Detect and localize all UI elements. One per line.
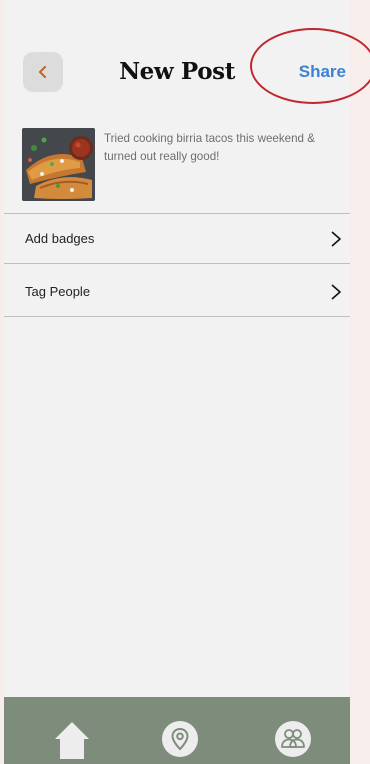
post-image[interactable] bbox=[22, 128, 95, 201]
tacos-photo bbox=[22, 128, 95, 201]
divider bbox=[4, 263, 350, 264]
add-badges-label: Add badges bbox=[25, 231, 95, 246]
post-preview: Tried cooking birria tacos this weekend … bbox=[22, 128, 344, 202]
tag-people-row[interactable]: Tag People bbox=[4, 267, 350, 317]
bottom-nav-bar bbox=[4, 697, 350, 764]
divider bbox=[4, 316, 350, 317]
chevron-right-icon bbox=[331, 231, 341, 247]
map-pin-icon[interactable] bbox=[160, 719, 200, 759]
header: New Post Share bbox=[4, 42, 350, 104]
post-caption[interactable]: Tried cooking birria tacos this weekend … bbox=[104, 130, 348, 166]
app-screen: New Post Share Tried cooking birria taco… bbox=[4, 0, 350, 764]
people-icon[interactable] bbox=[273, 719, 313, 759]
add-badges-row[interactable]: Add badges bbox=[4, 214, 350, 264]
share-button[interactable]: Share bbox=[299, 62, 346, 82]
chevron-right-icon bbox=[331, 284, 341, 300]
tag-people-label: Tag People bbox=[25, 284, 91, 299]
home-icon[interactable] bbox=[52, 719, 92, 759]
